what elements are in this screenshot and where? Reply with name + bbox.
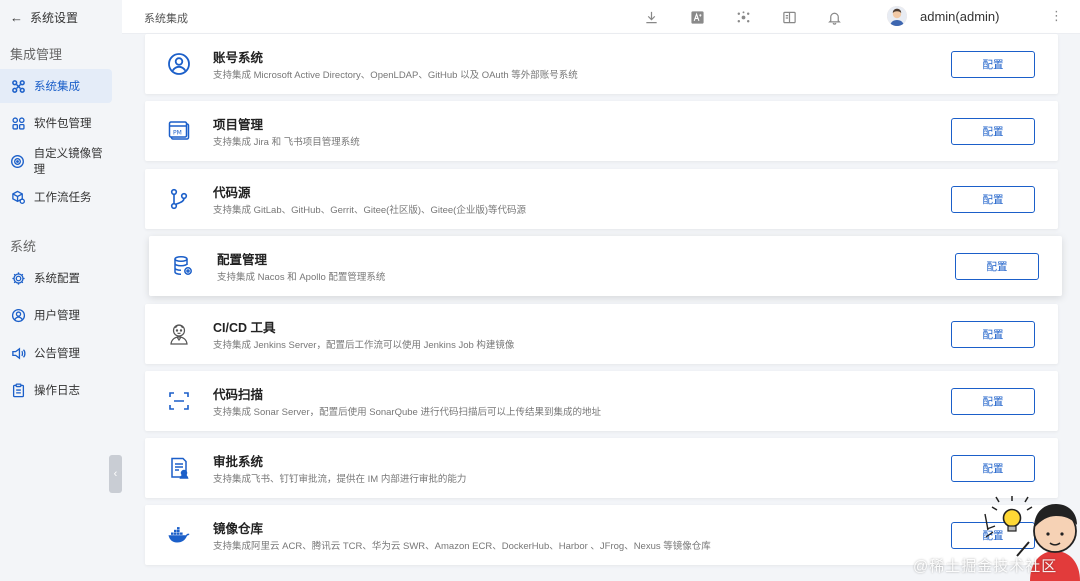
network-nodes-icon[interactable] — [735, 9, 751, 25]
configure-button[interactable]: 配置 — [951, 388, 1035, 415]
integration-card-approval: 审批系统 支持集成飞书、钉钉审批流，提供在 IM 内部进行审批的能力 配置 — [145, 438, 1058, 498]
translate-icon[interactable] — [689, 9, 705, 25]
integration-card-code-scan: 代码扫描 支持集成 Sonar Server，配置后使用 SonarQube 进… — [145, 371, 1058, 431]
sidebar-item-label: 公告管理 — [34, 348, 80, 360]
back-arrow-icon[interactable]: ← — [10, 10, 23, 25]
sidebar-item-label: 操作日志 — [34, 385, 80, 397]
sidebar: ← 系统设置 集成管理 系统集成 软件包管理 自定义镜像管理 工作流任务 系统 … — [0, 0, 122, 581]
section-title-system: 系统 — [10, 239, 37, 254]
card-title: 账号系统 — [213, 51, 264, 65]
configure-button[interactable]: 配置 — [951, 321, 1035, 348]
back-label: 系统设置 — [30, 11, 79, 25]
disc-image-icon — [10, 153, 26, 169]
sidebar-item-label: 用户管理 — [34, 310, 80, 322]
sidebar-item-label: 系统配置 — [34, 273, 80, 285]
svg-text:PM: PM — [173, 130, 182, 137]
book-icon[interactable] — [781, 9, 797, 25]
card-description: 支持集成 Jira 和 飞书项目管理系统 — [213, 137, 360, 148]
account-icon — [166, 51, 192, 77]
back-to-settings[interactable]: ← 系统设置 — [10, 9, 78, 26]
docker-icon — [166, 522, 192, 548]
sidebar-collapse-handle[interactable]: ‹ — [109, 455, 122, 493]
card-description: 支持集成阿里云 ACR、腾讯云 TCR、华为云 SWR、Amazon ECR、D… — [213, 541, 711, 552]
configure-button[interactable]: 配置 — [951, 186, 1035, 213]
sidebar-item-operation-log[interactable]: 操作日志 — [0, 373, 112, 407]
card-title: 审批系统 — [213, 455, 264, 469]
gear-icon — [10, 270, 26, 286]
command-icon — [10, 78, 26, 94]
sidebar-item-system-config[interactable]: 系统配置 — [0, 261, 112, 295]
clipboard-icon — [10, 382, 26, 398]
card-description: 支持集成 Jenkins Server，配置后工作流可以使用 Jenkins J… — [213, 340, 515, 351]
card-description: 支持集成 Sonar Server，配置后使用 SonarQube 进行代码扫描… — [213, 407, 601, 418]
card-description: 支持集成 Nacos 和 Apollo 配置管理系统 — [217, 272, 386, 283]
user-circle-icon — [10, 307, 26, 323]
sidebar-item-custom-image[interactable]: 自定义镜像管理 — [0, 144, 112, 178]
sidebar-item-user-management[interactable]: 用户管理 — [0, 298, 112, 332]
integration-card-project-management: PM 项目管理 支持集成 Jira 和 飞书项目管理系统 配置 — [145, 101, 1058, 161]
scan-icon — [166, 388, 192, 414]
jenkins-icon — [166, 321, 192, 347]
cube-gear-icon — [10, 189, 26, 205]
bell-icon[interactable] — [826, 9, 842, 25]
sidebar-item-workflow-tasks[interactable]: 工作流任务 — [0, 180, 112, 214]
more-menu-icon[interactable]: ⋮ — [1050, 8, 1063, 24]
integration-card-config-management: 配置管理 支持集成 Nacos 和 Apollo 配置管理系统 配置 — [149, 236, 1062, 296]
integration-card-cicd: CI/CD 工具 支持集成 Jenkins Server，配置后工作流可以使用 … — [145, 304, 1058, 364]
project-management-icon: PM — [166, 118, 192, 144]
integration-card-code-source: 代码源 支持集成 GitLab、GitHub、Gerrit、Gitee(社区版)… — [145, 169, 1058, 229]
card-title: 配置管理 — [217, 253, 268, 267]
top-header: 系统集成 admin(admin) ⋮ — [122, 0, 1080, 34]
card-description: 支持集成飞书、钉钉审批流，提供在 IM 内部进行审批的能力 — [213, 474, 467, 485]
sidebar-item-package[interactable]: 软件包管理 — [0, 106, 112, 140]
card-description: 支持集成 Microsoft Active Directory、OpenLDAP… — [213, 70, 578, 81]
configure-button[interactable]: 配置 — [951, 455, 1035, 482]
git-branch-icon — [166, 186, 192, 212]
configure-button[interactable]: 配置 — [955, 253, 1039, 280]
configure-button[interactable]: 配置 — [951, 51, 1035, 78]
sidebar-item-label: 工作流任务 — [34, 192, 92, 204]
speaker-icon — [10, 345, 26, 361]
configure-button[interactable]: 配置 — [951, 118, 1035, 145]
watermark: @稀土掘金技术社区 — [913, 558, 1058, 575]
breadcrumb: 系统集成 — [144, 13, 188, 25]
section-title-integration: 集成管理 — [10, 47, 63, 62]
sidebar-item-label: 系统集成 — [34, 81, 80, 93]
card-title: 项目管理 — [213, 118, 264, 132]
sidebar-item-announcement[interactable]: 公告管理 — [0, 336, 112, 370]
package-grid-icon — [10, 115, 26, 131]
card-title: 代码源 — [213, 186, 251, 200]
sidebar-item-system-integration[interactable]: 系统集成 — [0, 69, 112, 103]
sidebar-item-label: 自定义镜像管理 — [33, 148, 103, 176]
card-title: 镜像仓库 — [213, 522, 264, 536]
download-icon[interactable] — [643, 9, 659, 25]
integration-card-account: 账号系统 支持集成 Microsoft Active Directory、Ope… — [145, 34, 1058, 94]
database-gear-icon — [170, 253, 196, 279]
card-title: CI/CD 工具 — [213, 321, 276, 335]
card-description: 支持集成 GitLab、GitHub、Gerrit、Gitee(社区版)、Git… — [213, 205, 527, 216]
sidebar-item-label: 软件包管理 — [34, 118, 92, 130]
card-title: 代码扫描 — [213, 388, 264, 402]
username[interactable]: admin(admin) — [920, 9, 999, 24]
approval-icon — [166, 455, 192, 481]
avatar[interactable] — [887, 6, 907, 26]
